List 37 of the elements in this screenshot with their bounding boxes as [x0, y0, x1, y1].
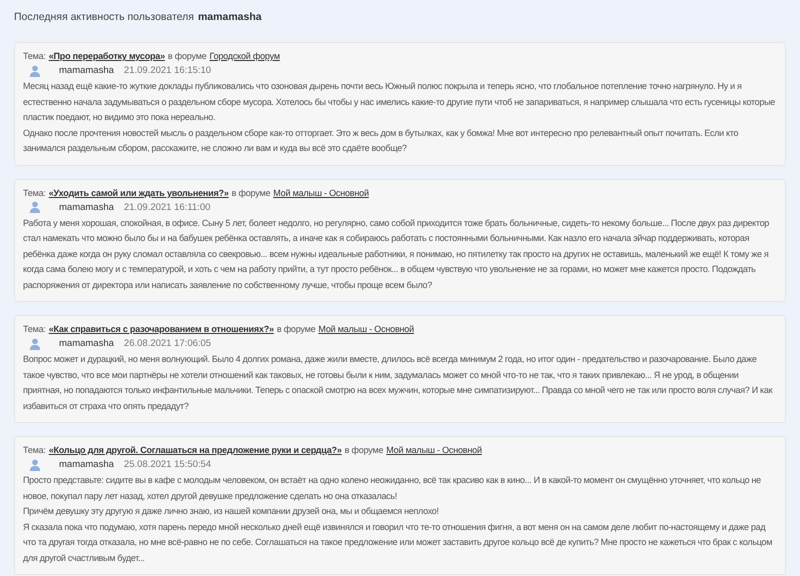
post-text: Причём девушку эту другую я даже лично знаю, из нашей компании друзей она, мы и общаемся неплохо!	[23, 505, 440, 518]
user-icon	[29, 64, 41, 76]
post-text: Я сказала пока что подумаю, хотя парень передо мной несколько дней ещё извинялся и говорил что те-то отношения фигня, а вот меня он на самом деле любит по-настоящему и даже рад что та другая тогда отказала, но мне всё-равно не по себе. Соглашаться на такое предложение или может заставить другое кольцо всё де купить? Мне просто не кажеться что брак с кольцом для другой счастливым будет...	[23, 520, 774, 565]
post-date: 26.08.2021 17:06:05	[124, 338, 212, 349]
post-text: Месяц назад ещё какие-то жуткие доклады публиковались что озоновая дырень почти весь Южный полюс покрыла и теперь ясно, что глобальное потепление точно нагрянуло. Ну и я естественно начала задумываться о раздельном сборе мусора. Хотелось бы чтобы у нас имелись какие-то другие пути чтоб не запариваться, я например слышала что есть гусеницы которые пластик поедают, но видимо это пока нереально.	[23, 80, 776, 124]
topic-label: Тема:	[23, 444, 46, 457]
post-text: Просто представьте: сидите вы в кафе с молодым человеком, он встаёт на одно колено неожиданно, всё так красиво как в кино... И в какой-то момент он смущённо уточняет, что кольцо не новое, покупал пару лет назад, хотел другой девушке предложение сделать но она отказалась!	[23, 474, 762, 503]
post-date: 21.09.2021 16:15:10	[124, 65, 212, 76]
page-title: Последняя активность пользователя	[14, 10, 194, 24]
topic-link[interactable]: «Как справиться с разочарованием в отношениях?»	[48, 322, 274, 336]
forum-label: в форуме	[232, 186, 270, 200]
post-author: mamamasha	[59, 338, 114, 349]
post-text: Вопрос может и дурацкий, но меня волнующий. Было 4 долгих романа, даже жили вместе, длилось всё всегда минимум 2 года, но итог один - предательство и разочарование. Было даже такое чувство, что все мои партнёры не хотели отношений как таковых, не готовы были к ним, задумалась может со мной что-то не так, что я таких привлекаю... Я не урод, в общении приятная, но попадаются только инфантильные мальчики. Теперь с опаской смотрю на всех мужчин, которые мне симпатизируют... Правда со мной чего не так или просто воля случая? И как избавиться от страха что опять предадут?	[23, 353, 774, 413]
post-author: mamamasha	[59, 459, 114, 470]
user-icon	[29, 201, 41, 213]
username: mamamasha	[198, 10, 262, 24]
topic-label: Тема:	[23, 50, 46, 63]
post-date: 25.08.2021 15:50:54	[124, 459, 212, 470]
user-icon	[29, 458, 41, 470]
forum-link[interactable]: Мой малыш - Основной	[386, 443, 482, 457]
forum-label: в форуме	[168, 50, 206, 63]
topic-label: Тема:	[23, 323, 46, 336]
post-author: mamamasha	[59, 202, 114, 212]
forum-link[interactable]: Мой малыш - Основной	[273, 186, 369, 200]
topic-link[interactable]: «Уходить самой или ждать увольнения?»	[48, 186, 229, 200]
post-date: 21.09.2021 16:11:00	[124, 202, 210, 212]
post-text: Работа у меня хорошая, спокойная, в офисе. Сыну 5 лет, болеет недолго, но регулярно, само собой приходится тоже брать больничные, сидеть-то некому больше... После двух раз директор стал намекать что можно было бы и на бабушек ребёнка оставлять, а иначе как я собираюсь работать с постоянными больничными. Как назло его начала эйчар поддерживать, которая ребёнка даже когда он руку сломал оставляла со свекровью... всем нужны идеальные работники, я понимаю, но пятилетку так просто на других не оставишь, маленький же ещё! К тому же я когда сама болею могу и с температурой, и хоть с чем на работу прийти, а тут просто ребёнок... в общем чувствую что увольнение не за горами, но может мне кажется просто. Подождать распоряжения от директора или написать заявление по собственному лучше, чтобы проще всем было?	[23, 216, 770, 292]
topic-link[interactable]: «Кольцо для другой. Соглашаться на предложение руки и сердца?»	[48, 443, 342, 457]
forum-link[interactable]: Городской форум	[210, 49, 280, 63]
forum-label: в форуме	[344, 444, 384, 457]
user-icon	[29, 338, 41, 350]
post-author: mamamasha	[59, 65, 114, 76]
forum-label: в форуме	[276, 323, 316, 336]
topic-label: Тема:	[23, 186, 46, 200]
topic-link[interactable]: «Про переработку мусора»	[48, 49, 165, 63]
forum-link[interactable]: Мой малыш - Основной	[318, 322, 414, 336]
post-text: Однако после прочтения новостей мысль о раздельном сборе как-то отторгает. Это ж весь дом в бутылках, как у бомжа! Мне вот интересно про релевантный опыт почитать. Если кто занимался раздельным сбором, расскажите, не сложно ли вам и куда вы всё это сдаёте вообще?	[23, 126, 740, 155]
